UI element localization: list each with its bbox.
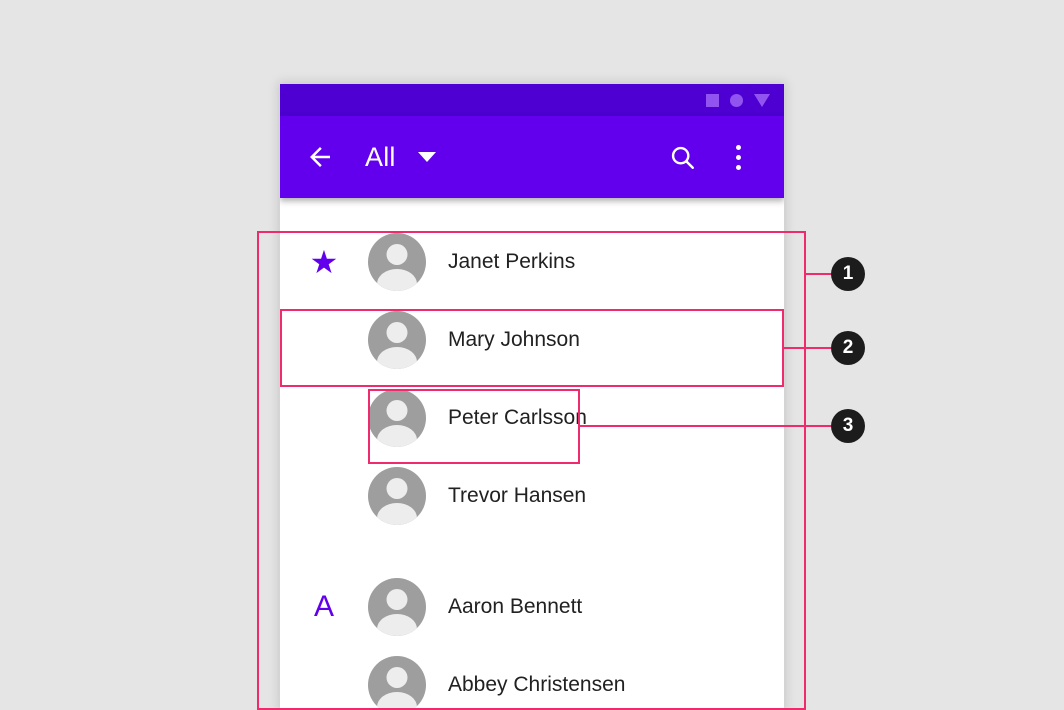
avatar — [368, 467, 426, 525]
overflow-menu-button[interactable] — [718, 137, 758, 177]
contact-row-mary-johnson[interactable]: Mary Johnson — [280, 301, 784, 379]
status-bar — [280, 84, 784, 116]
avatar-body — [377, 347, 417, 369]
section-header-letter: A — [313, 590, 334, 623]
contact-name: Trevor Hansen — [448, 484, 587, 507]
search-button[interactable] — [662, 137, 702, 177]
arrow-back-icon — [310, 147, 330, 167]
avatar-head — [386, 478, 408, 499]
contact-row-peter-carlsson[interactable]: Peter Carlsson — [280, 379, 784, 457]
filter-dropdown[interactable]: All — [365, 142, 436, 173]
avatar-body — [377, 614, 417, 636]
triangle-down-icon — [754, 93, 770, 107]
circle-icon — [730, 93, 743, 107]
contact-name: Abbey Christensen — [448, 673, 626, 696]
annotation-leader-1 — [806, 273, 831, 275]
avatar-body — [377, 269, 417, 291]
annotation-badge-3: 3 — [831, 409, 865, 443]
annotation-badge-1: 1 — [831, 257, 865, 291]
avatar — [368, 389, 426, 447]
contact-name: Aaron Bennett — [448, 595, 583, 618]
status-bar-icons — [706, 84, 770, 116]
square-icon — [706, 93, 719, 107]
row-lead-slot: A — [280, 592, 368, 622]
avatar-head — [386, 400, 408, 421]
star-icon[interactable]: ★ — [310, 246, 339, 278]
contact-name: Janet Perkins — [448, 250, 576, 273]
contact-row-abbey-christensen[interactable]: Abbey Christensen — [280, 646, 784, 710]
app-bar-actions — [662, 137, 758, 177]
contact-row-trevor-hansen[interactable]: Trevor Hansen — [280, 457, 784, 535]
more-vert-icon — [735, 144, 741, 170]
avatar-body — [377, 692, 417, 710]
avatar-head — [386, 589, 408, 610]
contact-list: ★ Janet Perkins Mary Johnson Peter Carls… — [280, 198, 784, 710]
annotation-badge-2: 2 — [831, 331, 865, 365]
search-icon — [671, 146, 694, 169]
back-button[interactable] — [302, 139, 338, 175]
avatar-head — [386, 667, 408, 688]
contact-name: Peter Carlsson — [448, 406, 587, 429]
avatar-head — [386, 244, 408, 265]
contact-row-janet-perkins[interactable]: ★ Janet Perkins — [280, 223, 784, 301]
avatar — [368, 656, 426, 710]
phone-mockup: All ★ Janet Perkins Mary Johnson Peter C… — [280, 84, 784, 710]
contact-name: Mary Johnson — [448, 328, 580, 351]
caret-down-icon — [417, 152, 436, 162]
row-lead-slot: ★ — [280, 246, 368, 278]
contact-row-aaron-bennett[interactable]: A Aaron Bennett — [280, 568, 784, 646]
avatar-head — [386, 322, 408, 343]
app-bar: All — [280, 116, 784, 198]
avatar-body — [377, 503, 417, 525]
avatar — [368, 578, 426, 636]
annotation-leader-2 — [784, 347, 831, 349]
app-bar-title: All — [365, 141, 396, 172]
avatar-body — [377, 425, 417, 447]
avatar — [368, 233, 426, 291]
avatar — [368, 311, 426, 369]
